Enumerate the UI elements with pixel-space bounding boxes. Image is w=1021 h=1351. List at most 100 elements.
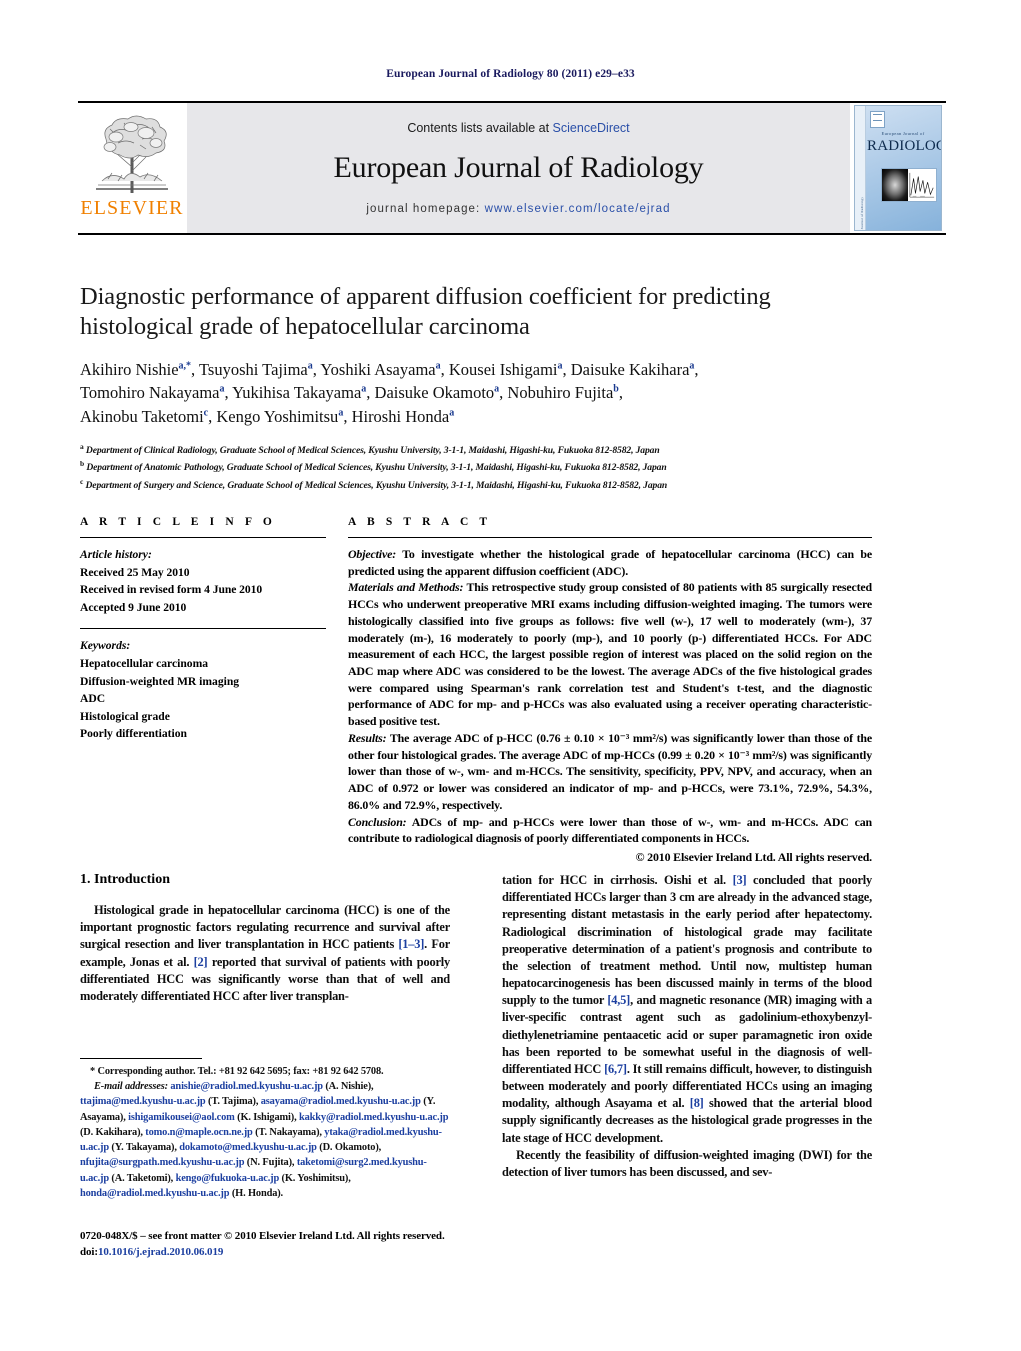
email-link[interactable]: dokamoto@med.kyushu-u.ac.jp: [179, 1142, 317, 1153]
cover-elsevier-mark-icon: [870, 111, 885, 128]
title-author-block: Diagnostic performance of apparent diffu…: [80, 282, 880, 494]
email-owner: (Y. Takayama),: [108, 1142, 177, 1154]
affiliation-text: Department of Anatomic Pathology, Gradua…: [86, 462, 667, 474]
email-link[interactable]: kakky@radiol.med.kyushu-u.ac.jp: [299, 1112, 449, 1123]
author-line-1: Akihiro Nishiea,*, Tsuyoshi Tajimaa, Yos…: [80, 359, 699, 379]
abstract-methods-label: Materials and Methods:: [348, 580, 464, 595]
section-title-introduction: 1. Introduction: [80, 872, 170, 887]
citation-ref[interactable]: [8]: [690, 1096, 704, 1110]
author-line-3: Akinobu Taketomic, Kengo Yoshimitsua, Hi…: [80, 406, 455, 426]
journal-masthead: ELSEVIER Contents lists available at Sci…: [78, 101, 946, 235]
keyword-item: ADC: [80, 692, 106, 706]
abstract-heading: A B S T R A C T: [348, 516, 492, 528]
email-owner: (D. Kakihara),: [80, 1126, 143, 1138]
citation-ref[interactable]: [4,5]: [607, 993, 630, 1007]
affiliation-list: a Department of Clinical Radiology, Grad…: [80, 441, 880, 494]
email-addresses-line: E-mail addresses: anishie@radiol.med.kyu…: [80, 1079, 450, 1094]
abstract-column: A B S T R A C T Objective: To investigat…: [348, 516, 872, 866]
email-link[interactable]: ttajima@med.kyushu-u.ac.jp: [80, 1096, 206, 1107]
info-abstract-grid: A R T I C L E I N F O Article history: R…: [80, 516, 872, 866]
imprint-block: 0720-048X/$ – see front matter © 2010 El…: [80, 1228, 500, 1261]
keyword-item: Hepatocellular carcinoma: [80, 657, 209, 671]
email-addresses-continued: ttajima@med.kyushu-u.ac.jp (T. Tajima), …: [80, 1094, 450, 1201]
elsevier-tree-icon: [96, 115, 168, 193]
article-title: Diagnostic performance of apparent diffu…: [80, 283, 771, 340]
abstract-objective-text: To investigate whether the histological …: [348, 547, 872, 578]
intro-paragraph-left: Histological grade in hepatocellular car…: [80, 903, 451, 1003]
journal-homepage-link[interactable]: www.elsevier.com/locate/ejrad: [485, 203, 671, 215]
running-head: European Journal of Radiology 80 (2011) …: [386, 68, 635, 80]
abstract-conclusion-text: ADCs of mp- and p-HCCs were lower than t…: [348, 814, 872, 846]
masthead-center: Contents lists available at ScienceDirec…: [186, 103, 850, 233]
article-info-column: A R T I C L E I N F O Article history: R…: [80, 516, 348, 866]
keyword-item: Histological grade: [80, 709, 170, 723]
email-link[interactable]: nfujita@surgpath.med.kyushu-u.ac.jp: [80, 1157, 245, 1168]
citation-ref[interactable]: [3]: [733, 873, 747, 887]
signal-curve-icon: [909, 172, 935, 198]
divider: [80, 537, 326, 538]
abstract-conclusion-label: Conclusion:: [348, 814, 407, 829]
footnote-divider: [80, 1058, 202, 1059]
keyword-item: Diffusion-weighted MR imaging: [80, 674, 240, 688]
intro-paragraph-right: tation for HCC in cirrhosis. Oishi et al…: [502, 873, 872, 1145]
email-link[interactable]: honda@radiol.med.kyushu-u.ac.jp: [80, 1188, 230, 1199]
article-history-received: Received 25 May 2010: [80, 565, 190, 579]
homepage-prefix: journal homepage:: [366, 203, 485, 215]
sciencedirect-link[interactable]: ScienceDirect: [553, 121, 630, 135]
email-link[interactable]: asayama@radiol.med.kyushu-u.ac.jp: [261, 1096, 421, 1107]
journal-cover-thumbnail: European Journal of Radiology European J…: [854, 105, 942, 231]
email-link[interactable]: anishie@radiol.med.kyushu-u.ac.jp: [170, 1081, 323, 1092]
affiliation-text: Department of Clinical Radiology, Gradua…: [85, 444, 660, 456]
abstract-objective: Objective: To investigate whether the hi…: [348, 546, 872, 579]
elsevier-logo: ELSEVIER: [78, 103, 186, 233]
cover-spine: European Journal of Radiology: [855, 106, 866, 230]
email-link[interactable]: ishigamikousei@aol.com: [128, 1112, 235, 1123]
keyword-item: Poorly differentiation: [80, 727, 188, 741]
citation-ref[interactable]: [6,7]: [604, 1062, 627, 1076]
corresponding-line: * Corresponding author. Tel.: +81 92 642…: [90, 1066, 384, 1077]
abstract-methods: Materials and Methods: This retrospectiv…: [348, 579, 872, 729]
doi-link[interactable]: 10.1016/j.ejrad.2010.06.019: [98, 1246, 223, 1258]
email-link[interactable]: tomo.n@maple.ocn.ne.jp: [145, 1127, 253, 1138]
doi-line: doi:10.1016/j.ejrad.2010.06.019: [80, 1244, 500, 1260]
divider: [80, 628, 326, 630]
cover-figure: [881, 168, 937, 202]
email-owner: (A. Taketomi),: [108, 1172, 174, 1184]
email-owner: (T. Tajima),: [205, 1096, 259, 1108]
issn-copyright-line: 0720-048X/$ – see front matter © 2010 El…: [80, 1230, 445, 1242]
journal-title: European Journal of Radiology: [333, 151, 704, 184]
email-owner: (H. Honda).: [229, 1187, 283, 1199]
author-line-2: Tomohiro Nakayamaa, Yukihisa Takayamaa, …: [80, 383, 623, 403]
article-info-heading: A R T I C L E I N F O: [80, 516, 276, 528]
body-column-right: tation for HCC in cirrhosis. Oishi et al…: [502, 872, 872, 1181]
doi-label: doi:: [80, 1246, 98, 1259]
email-owner: (N. Fujita),: [244, 1157, 295, 1169]
elsevier-wordmark: ELSEVIER: [80, 197, 184, 219]
divider: [348, 537, 872, 538]
abstract-body: Objective: To investigate whether the hi…: [348, 546, 872, 866]
citation-ref[interactable]: [1–3]: [398, 937, 424, 951]
brain-mri-image: [882, 169, 908, 201]
abstract-methods-text: This retrospective study group consisted…: [348, 580, 872, 729]
article-history-accepted: Accepted 9 June 2010: [80, 600, 187, 614]
dwi-paragraph-right: Recently the feasibility of diffusion-we…: [502, 1147, 872, 1179]
journal-cover-container: European Journal of Radiology European J…: [850, 103, 946, 233]
keywords-label: Keywords:: [80, 639, 131, 653]
abstract-copyright: © 2010 Elsevier Ireland Ltd. All rights …: [635, 849, 873, 864]
corresponding-author-note: * Corresponding author. Tel.: +81 92 642…: [80, 1064, 450, 1201]
author-list: Akihiro Nishiea,*, Tsuyoshi Tajimaa, Yos…: [80, 358, 880, 429]
abstract-conclusion: Conclusion: ADCs of mp- and p-HCCs were …: [348, 814, 872, 847]
cover-title: RADIOLOGY: [867, 138, 941, 154]
email-owner: (K. Ishigami),: [234, 1111, 297, 1123]
cover-supertitle: European Journal of: [881, 131, 925, 136]
article-history-label: Article history:: [80, 548, 152, 561]
email-owner: (D. Okamoto),: [316, 1142, 382, 1154]
cover-spine-text: European Journal of Radiology: [860, 196, 864, 231]
citation-ref[interactable]: [2]: [194, 955, 208, 969]
email-link[interactable]: kengo@fukuoka-u.ac.jp: [176, 1173, 280, 1184]
article-history-revised: Received in revised form 4 June 2010: [80, 583, 263, 597]
affiliation-item: a Department of Clinical Radiology, Grad…: [80, 441, 660, 456]
abstract-objective-label: Objective:: [348, 547, 397, 561]
cover-plot: [908, 169, 936, 201]
affiliation-item: b Department of Anatomic Pathology, Grad…: [80, 459, 667, 474]
